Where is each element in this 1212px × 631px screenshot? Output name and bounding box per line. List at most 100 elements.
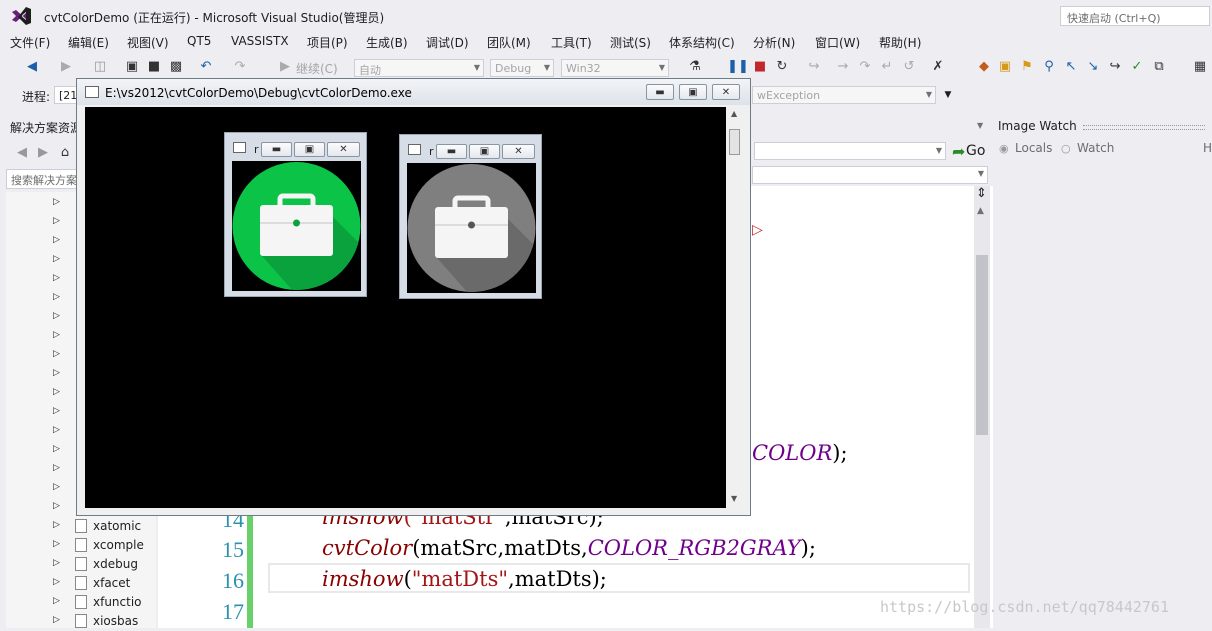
open-file-icon[interactable]: ▣ [124,59,140,75]
radio-watch-icon[interactable]: ○ [1061,142,1071,155]
menu-build[interactable]: 生成(B) [366,34,408,51]
menu-tools[interactable]: 工具(T) [551,34,592,51]
close-button[interactable]: ✕ [502,144,535,159]
redo-icon[interactable]: ↷ [232,59,248,75]
expand-icon[interactable]: ▷ [53,539,60,549]
tree-item-xatomic[interactable]: ▷ xatomic [6,517,156,536]
expand-icon[interactable]: ▷ [53,368,60,378]
stop-icon[interactable]: ■ [752,59,768,75]
split-handle-icon[interactable]: ⇕ [976,186,987,201]
menu-analyze[interactable]: 分析(N) [753,34,795,51]
new-project-icon[interactable]: ◫ [92,59,108,75]
expand-icon[interactable]: ▷ [53,444,60,454]
menu-project[interactable]: 项目(P) [307,34,348,51]
image-window-title-bar[interactable]: r ▬ ▣ ✕ [225,133,366,159]
pause-icon[interactable]: ❚❚ [727,59,749,75]
scroll-down-icon[interactable]: ▼ [731,494,737,503]
tree-item-xdebug[interactable]: ▷ xdebug [6,555,156,574]
back-icon[interactable]: ◀ [14,145,30,161]
platform-combo[interactable]: Win32 ▼ [561,59,669,77]
expand-icon[interactable]: ▷ [53,330,60,340]
menu-window[interactable]: 窗口(W) [815,34,860,51]
spell-check-icon[interactable]: ✓ [1129,59,1145,75]
back-icon[interactable]: ◀ [24,59,40,75]
close-button[interactable]: ✕ [327,142,360,157]
console-scroll-thumb[interactable] [729,129,740,155]
tool-b-icon[interactable]: ▣ [997,59,1013,75]
save-icon[interactable]: ■ [146,59,162,75]
radio-locals-icon[interactable]: ◉ [999,142,1009,155]
menu-help[interactable]: 帮助(H) [879,34,921,51]
scroll-up-icon[interactable]: ▲ [977,206,984,216]
expand-icon[interactable]: ▷ [53,615,60,625]
expand-icon[interactable]: ▷ [53,254,60,264]
tree-item-xfacet[interactable]: ▷ xfacet [6,574,156,593]
tool-c-icon[interactable]: ⚑ [1019,59,1035,75]
toolbar-overflow-icon[interactable]: ▦ [1192,59,1208,75]
forward-icon[interactable]: ▶ [35,145,51,161]
image-window-title-bar[interactable]: r ▬ ▣ ✕ [400,135,541,161]
restart-icon[interactable]: ↻ [774,59,790,75]
expand-icon[interactable]: ▷ [53,482,60,492]
undo-icon[interactable]: ↶ [198,59,214,75]
go-button[interactable]: Go [966,143,985,159]
step-over-icon[interactable]: ↷ [857,59,873,75]
expand-icon[interactable]: ▷ [53,463,60,473]
console-title-bar[interactable]: E:\vs2012\cvtColorDemo\Debug\cvtColorDem… [77,79,750,105]
menu-edit[interactable]: 编辑(E) [68,34,109,51]
step-into-icon[interactable]: → [835,59,851,75]
expand-icon[interactable]: ▷ [53,292,60,302]
tree-item-xiosbase[interactable]: ▷ xiosbas [6,612,156,631]
menu-view[interactable]: 视图(V) [127,34,169,51]
toolbar-overflow-icon[interactable]: ▼ [940,87,956,103]
menu-vassistx[interactable]: VASSISTX [231,34,289,48]
goto-icon[interactable]: ↪ [1107,59,1123,75]
hex-display-icon[interactable]: ✗ [930,59,946,75]
expand-icon[interactable]: ▷ [53,596,60,606]
close-button[interactable]: ✕ [712,84,740,100]
panel-grip[interactable] [1083,125,1205,130]
expand-icon[interactable]: ▷ [53,425,60,435]
menu-debug[interactable]: 调试(D) [426,34,469,51]
minimize-button[interactable]: ▬ [261,142,292,157]
scroll-up-icon[interactable]: ▲ [731,109,737,118]
back-ref-icon[interactable]: ↖ [1063,59,1079,75]
maximize-button[interactable]: ▣ [679,84,707,100]
go-arrow-icon[interactable]: ➦ [952,142,965,161]
continue-button-label[interactable]: 继续(C) [296,60,338,77]
expand-icon[interactable]: ▷ [53,349,60,359]
step-back-icon[interactable]: ↺ [901,59,917,75]
solution-config-combo[interactable]: 自动 ▼ [354,59,484,77]
expand-icon[interactable]: ▷ [53,216,60,226]
home-icon[interactable]: ⌂ [57,145,73,161]
expand-icon[interactable]: ▷ [53,501,60,511]
maximize-button[interactable]: ▣ [469,144,500,159]
menu-file[interactable]: 文件(F) [10,34,50,51]
maximize-button[interactable]: ▣ [294,142,325,157]
build-config-combo[interactable]: Debug ▼ [490,59,554,77]
attach-icon[interactable]: ⚗ [687,59,703,75]
find-icon[interactable]: ⚲ [1041,59,1057,75]
locals-radio-label[interactable]: Locals [1015,141,1052,155]
show-next-statement-icon[interactable]: ↪ [806,59,822,75]
menu-architecture[interactable]: 体系结构(C) [669,34,735,51]
expand-icon[interactable]: ▷ [53,520,60,530]
expand-icon[interactable]: ▷ [53,387,60,397]
scope-combo[interactable]: ▼ [752,166,988,184]
watch-radio-label[interactable]: Watch [1077,141,1114,155]
save-all-icon[interactable]: ▩ [168,59,184,75]
image-window-matsrc[interactable]: r ▬ ▣ ✕ [224,132,367,297]
chevron-down-icon[interactable]: ▼ [977,121,983,130]
minimize-button[interactable]: ▬ [436,144,467,159]
window-copy-icon[interactable]: ⧉ [1151,59,1167,75]
minimize-button[interactable]: ▬ [646,84,674,100]
continue-icon[interactable]: ▶ [277,59,293,75]
tree-item-xcomplex[interactable]: ▷ xcomple [6,536,156,555]
process-combo[interactable]: [21 [54,86,78,104]
tool-a-icon[interactable]: ◆ [976,59,992,75]
expand-icon[interactable]: ▷ [53,235,60,245]
menu-test[interactable]: 测试(S) [610,34,651,51]
tree-item-xfunctional[interactable]: ▷ xfunctio [6,593,156,612]
member-combo[interactable]: ▼ [754,142,946,160]
forward-icon[interactable]: ▶ [58,59,74,75]
